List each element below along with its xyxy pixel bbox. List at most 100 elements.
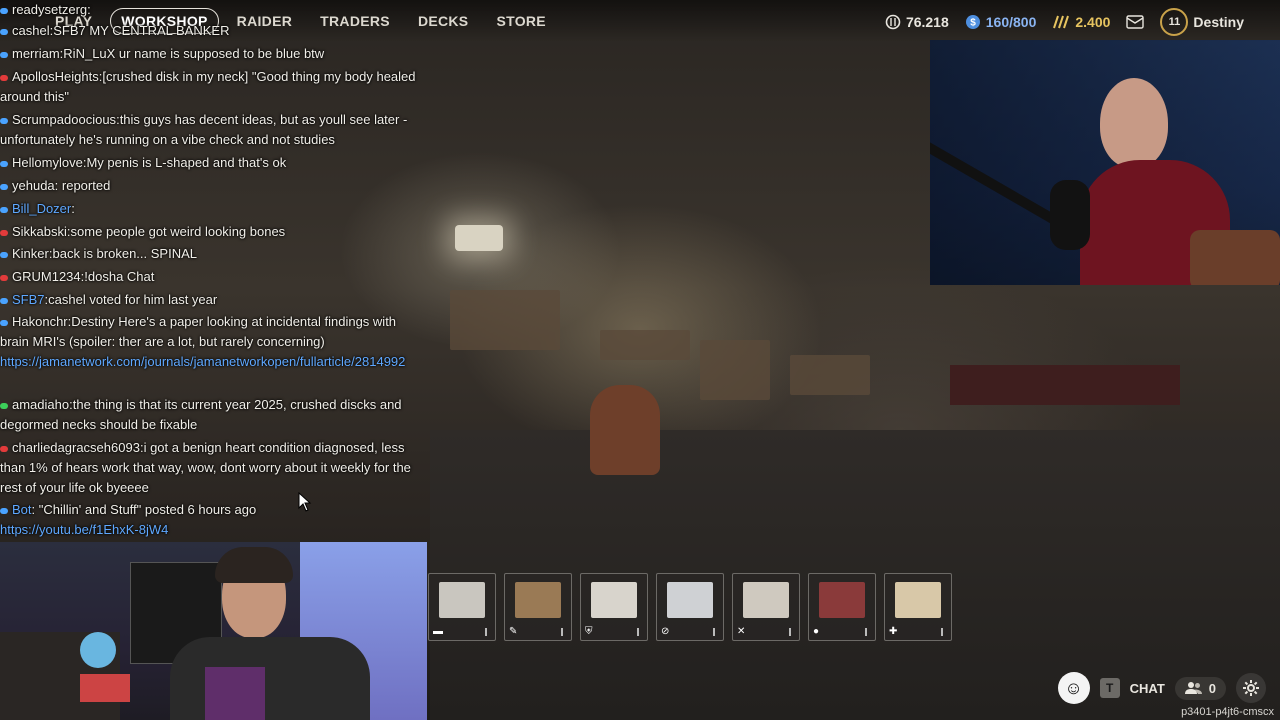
- chat-username[interactable]: Bot: [12, 502, 32, 517]
- chat-badge: [0, 160, 8, 167]
- hotbar-slot[interactable]: ▬: [428, 573, 496, 641]
- chat-message: amadiaho:the thing is that its current y…: [0, 397, 402, 432]
- streamer-shirt: [170, 637, 370, 720]
- chat-badge: [0, 7, 8, 14]
- chat-message: Hellomylove:My penis is L-shaped and tha…: [0, 153, 428, 173]
- slot-art: [743, 582, 789, 618]
- chat-link[interactable]: https://jamanetwork.com/journals/jamanet…: [0, 352, 428, 372]
- slot-icon: ✚: [889, 626, 898, 637]
- workbench: [790, 355, 870, 395]
- slot-handle: [485, 628, 487, 636]
- figure-toy: [80, 632, 116, 668]
- red-bench: [950, 365, 1180, 405]
- chat-badge: [0, 229, 8, 236]
- chat-badge: [0, 117, 8, 124]
- slot-handle: [713, 628, 715, 636]
- chat-username[interactable]: readysetzerg: [12, 2, 87, 17]
- chat-badge: [0, 206, 8, 213]
- token-icon: [1052, 14, 1070, 30]
- chat-username[interactable]: ApollosHeights: [12, 69, 99, 84]
- chat-username[interactable]: Bill_Dozer: [12, 201, 71, 216]
- chat-badge: [0, 251, 8, 258]
- chat-text: RiN_LuX ur name is supposed to be blue b…: [63, 46, 325, 61]
- slot-handle: [789, 628, 791, 636]
- player-stats: 76.218 $ 160/800 2.400 11 Destiny: [885, 8, 1244, 36]
- chat-message: Sikkabski:some people got weird looking …: [0, 222, 428, 242]
- tokens-stat[interactable]: 2.400: [1052, 14, 1110, 30]
- chat-username[interactable]: Hellomylove: [12, 155, 83, 170]
- profile[interactable]: 11 Destiny: [1160, 8, 1244, 36]
- slot-handle: [865, 628, 867, 636]
- shelf: [450, 290, 560, 350]
- chat-username[interactable]: yehuda: [12, 178, 55, 193]
- slot-icon: ⛨: [585, 626, 593, 637]
- chat-badge: [0, 183, 8, 190]
- level-badge: 11: [1160, 8, 1189, 36]
- slot-handle: [637, 628, 639, 636]
- chat-text: cashel voted for him last year: [48, 292, 218, 307]
- chat-username[interactable]: SFB7: [12, 292, 45, 307]
- slot-art: [667, 582, 713, 618]
- chat-button[interactable]: CHAT: [1130, 681, 1165, 696]
- slot-art: [591, 582, 637, 618]
- hotbar-slot[interactable]: ✕: [732, 573, 800, 641]
- chat-username[interactable]: GRUM1234: [12, 269, 81, 284]
- settings-button[interactable]: [1236, 673, 1266, 703]
- tokens-value: 2.400: [1075, 14, 1111, 30]
- chat-message: Scrumpadoocious:this guys has decent ide…: [0, 112, 408, 147]
- party-icon: [1184, 681, 1203, 695]
- chat-text: My penis is L-shaped and that's ok: [86, 155, 287, 170]
- chat-username[interactable]: Scrumpadoocious: [12, 112, 116, 127]
- stash-value: 160/800: [985, 14, 1037, 30]
- chat-username[interactable]: cashel: [12, 23, 50, 38]
- username: Destiny: [1193, 14, 1244, 30]
- tab-store[interactable]: STORE: [486, 9, 555, 33]
- chat-badge: [0, 74, 8, 81]
- chat-message: charliedagracseh6093:i got a benign hear…: [0, 440, 411, 495]
- hotbar-slot[interactable]: ⛨: [580, 573, 648, 641]
- slot-icon: ⊘: [661, 626, 670, 637]
- chat-text: !dosha Chat: [84, 269, 155, 284]
- chat-badge: [0, 319, 8, 326]
- hotbar-slot[interactable]: ✚: [884, 573, 952, 641]
- webcam-left: [0, 542, 427, 720]
- chat-badge: [0, 402, 8, 409]
- chat-message: Hakonchr:Destiny Here's a paper looking …: [0, 314, 397, 349]
- slot-icon: ▬: [433, 626, 443, 637]
- party-count: 0: [1208, 680, 1216, 696]
- mail-icon[interactable]: [1126, 15, 1145, 29]
- party-button[interactable]: 0: [1174, 676, 1226, 700]
- hotbar-slot[interactable]: ●: [808, 573, 876, 641]
- slot-art: [819, 582, 865, 618]
- chat-message: yehuda: reported: [0, 176, 428, 196]
- chat-username[interactable]: charliedagracseh6093: [12, 440, 140, 455]
- chat-message: ApollosHeights:[crushed disk in my neck]…: [0, 69, 416, 104]
- streamer-head: [1100, 78, 1168, 168]
- slot-art: [439, 582, 485, 618]
- stash-stat[interactable]: $ 160/800: [965, 14, 1037, 30]
- workshop-lamp: [455, 225, 503, 251]
- mascot-icon[interactable]: ☺: [1057, 672, 1090, 704]
- chat-username[interactable]: Kinker: [12, 246, 49, 261]
- chat-username[interactable]: Sikkabski: [12, 224, 67, 239]
- slot-art: [895, 582, 941, 618]
- headphones: [215, 547, 293, 583]
- chat-message: GRUM1234:!dosha Chat: [0, 267, 428, 287]
- coins-stat[interactable]: 76.218: [885, 14, 949, 30]
- slot-icon: ✎: [509, 626, 518, 637]
- slot-icon: ✕: [737, 626, 746, 637]
- chat-username[interactable]: Hakonchr: [12, 314, 68, 329]
- armchair: [590, 385, 660, 475]
- chat-badge: [0, 51, 8, 58]
- chat-overlay: readysetzerg: cashel:SFB7 MY CENTRAL BAN…: [0, 0, 430, 540]
- chat-link[interactable]: https://youtu.be/f1EhxK-8jW4: [0, 520, 428, 540]
- slot-handle: [561, 628, 563, 636]
- workstation-hotbar: ▬ ✎ ⛨ ⊘ ✕ ● ✚: [428, 573, 952, 641]
- bottom-controls: ☺ T CHAT 0: [1057, 672, 1266, 704]
- chat-username[interactable]: merriam: [12, 46, 60, 61]
- chat-message: SFB7:cashel voted for him last year: [0, 290, 428, 310]
- webcam-right: [930, 40, 1280, 285]
- hotbar-slot[interactable]: ✎: [504, 573, 572, 641]
- hotbar-slot[interactable]: ⊘: [656, 573, 724, 641]
- chat-username[interactable]: amadiaho: [12, 397, 69, 412]
